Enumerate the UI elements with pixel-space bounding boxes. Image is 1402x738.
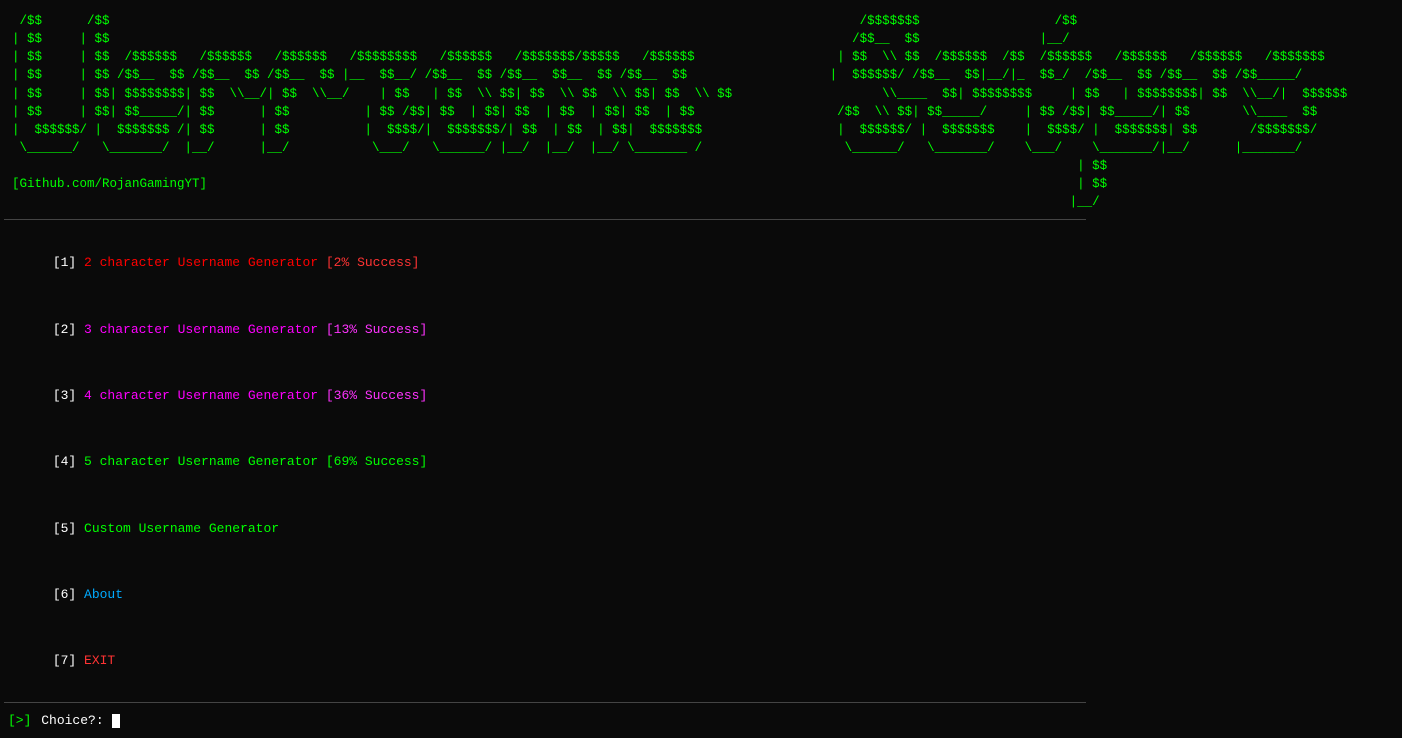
bottom-divider [4, 702, 1086, 703]
menu-item-2[interactable]: [2] 3 character Username Generator [13% … [4, 297, 1398, 363]
prompt-area[interactable]: [>] Choice?: [4, 707, 1398, 730]
terminal-window: /$$ /$$ /$$$$$$$ /$$ | $$ | $$ [0, 0, 1402, 738]
menu-num-2: [2] [53, 322, 76, 337]
menu-item-7[interactable]: [7] EXIT [4, 628, 1398, 694]
menu-section: [1] 2 character Username Generator [2% S… [4, 224, 1398, 698]
menu-item-5[interactable]: [5] Custom Username Generator [4, 496, 1398, 562]
menu-item-4[interactable]: [4] 5 character Username Generator [69% … [4, 429, 1398, 495]
prompt-arrow: [>] [8, 713, 31, 728]
top-divider [4, 219, 1086, 220]
menu-num-4: [4] [53, 454, 76, 469]
ascii-art-content: /$$ /$$ /$$$$$$$ /$$ | $$ | $$ [12, 14, 1355, 209]
menu-num-3: [3] [53, 388, 76, 403]
menu-item-1[interactable]: [1] 2 character Username Generator [2% S… [4, 230, 1398, 296]
menu-num-6: [6] [53, 587, 76, 602]
prompt-label: Choice?: [33, 713, 111, 728]
ascii-art: /$$ /$$ /$$$$$$$ /$$ | $$ | $$ [4, 8, 1398, 215]
menu-item-6[interactable]: [6] About [4, 562, 1398, 628]
menu-item-3[interactable]: [3] 4 character Username Generator [36% … [4, 363, 1398, 429]
cursor [112, 714, 120, 728]
menu-num-5: [5] [53, 521, 76, 536]
menu-num-1: [1] [53, 255, 76, 270]
menu-num-7: [7] [53, 653, 76, 668]
